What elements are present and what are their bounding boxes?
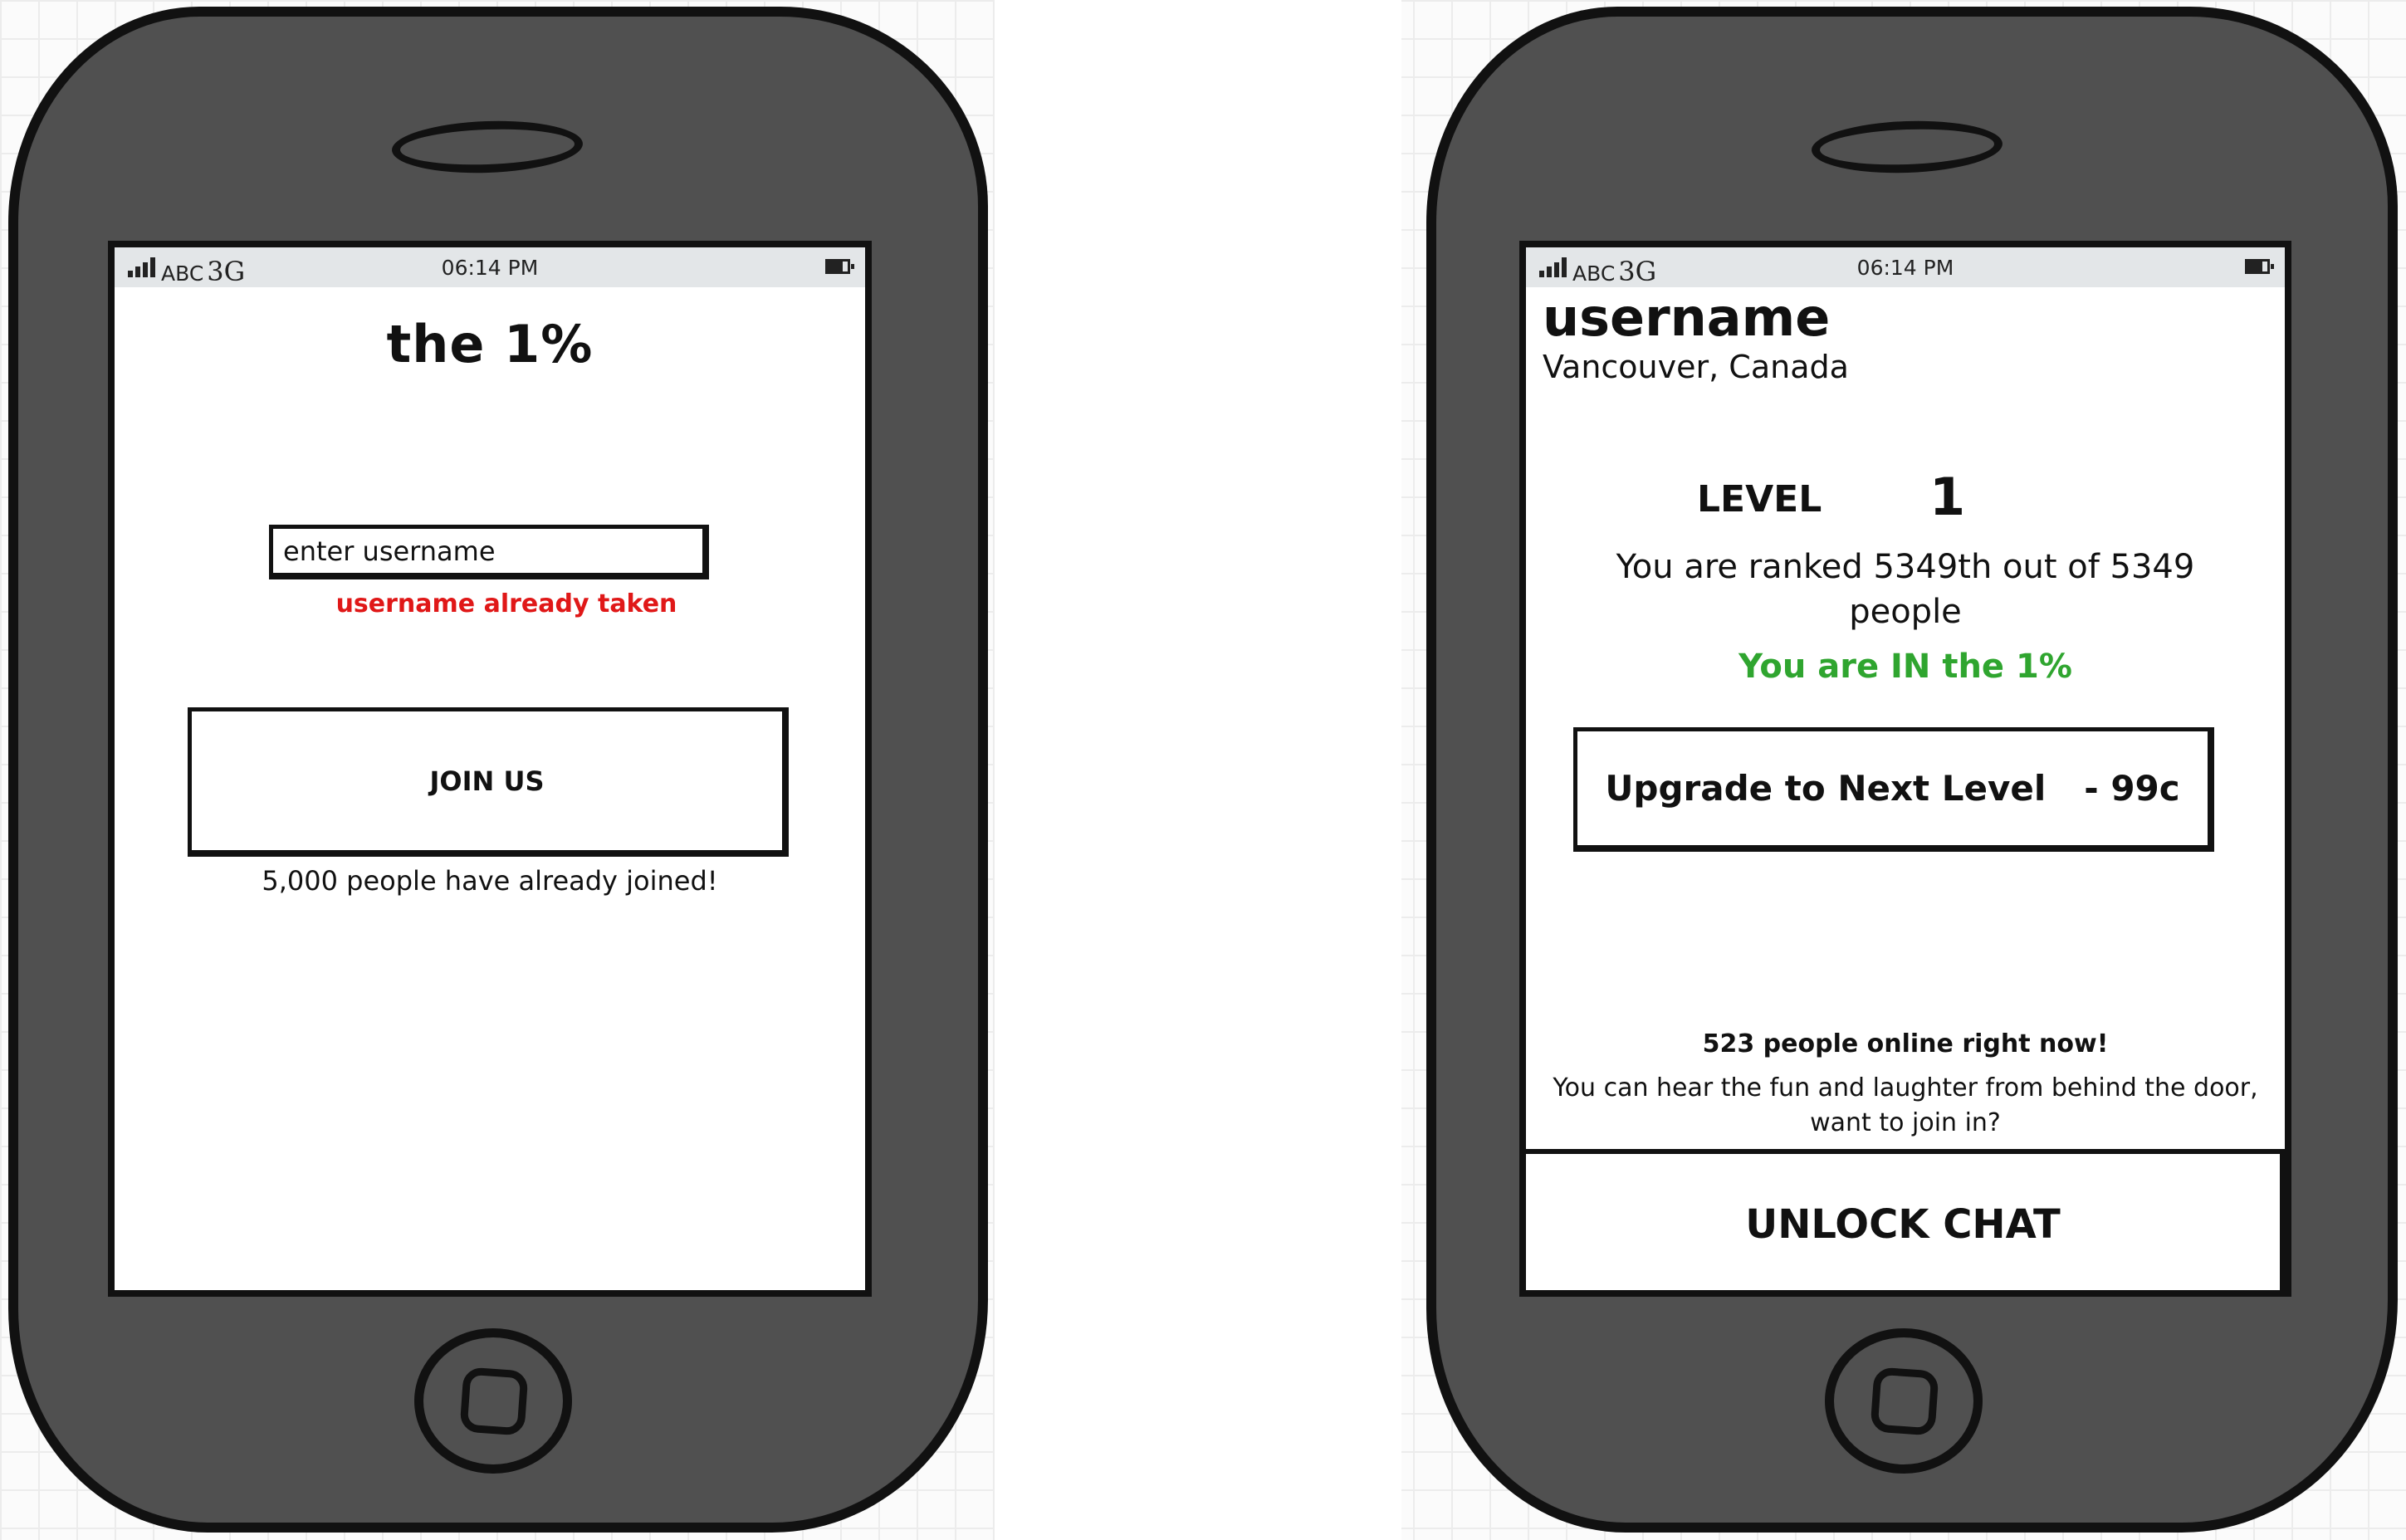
- profile-location: Vancouver, Canada: [1543, 349, 1849, 385]
- app-title: the 1%: [386, 314, 594, 374]
- upgrade-label: Upgrade to Next Level: [1605, 768, 2047, 809]
- joined-count: 5,000 people have already joined!: [262, 865, 718, 897]
- online-count: 523 people online right now!: [1702, 1029, 2109, 1058]
- level-value: 1: [1929, 467, 1966, 527]
- canvas-gap: [995, 0, 1401, 1540]
- profile-screen: ABC 3G 06:14 PM username Vancouver, Canad…: [1519, 241, 2291, 1297]
- status-time: 06:14 PM: [1856, 256, 1954, 280]
- username-input[interactable]: enter username: [269, 525, 709, 579]
- status-bar: ABC 3G 06:14 PM: [1526, 247, 2285, 287]
- rank-text: You are ranked 5349th out of 5349 people: [1616, 548, 2195, 631]
- phone-profile: ABC 3G 06:14 PM username Vancouver, Canad…: [1426, 7, 2398, 1533]
- home-square-icon: [1870, 1366, 1939, 1436]
- battery-icon: [2245, 259, 2274, 274]
- status-bar: ABC 3G 06:14 PM: [115, 247, 865, 287]
- home-button[interactable]: [1825, 1328, 1983, 1474]
- home-button[interactable]: [414, 1328, 572, 1474]
- profile-username: username: [1543, 287, 1831, 348]
- status-time: 06:14 PM: [441, 256, 539, 280]
- unlock-chat-button[interactable]: UNLOCK CHAT: [1526, 1149, 2285, 1290]
- phone-signup: ABC 3G 06:14 PM the 1% enter username use…: [8, 7, 988, 1533]
- username-error: username already taken: [335, 589, 677, 618]
- speaker-icon: [390, 118, 584, 176]
- speaker-icon: [1810, 118, 2004, 176]
- join-button[interactable]: JOIN US: [188, 707, 789, 857]
- membership-status: You are IN the 1%: [1738, 648, 2072, 686]
- chat-invite-text: You can hear the fun and laughter from b…: [1553, 1073, 2258, 1137]
- home-square-icon: [459, 1366, 529, 1436]
- level-label: LEVEL: [1697, 478, 1822, 521]
- battery-icon: [825, 259, 854, 274]
- upgrade-price: - 99c: [2084, 768, 2180, 809]
- signup-screen: ABC 3G 06:14 PM the 1% enter username use…: [108, 241, 872, 1297]
- upgrade-button[interactable]: Upgrade to Next Level - 99c: [1573, 727, 2214, 852]
